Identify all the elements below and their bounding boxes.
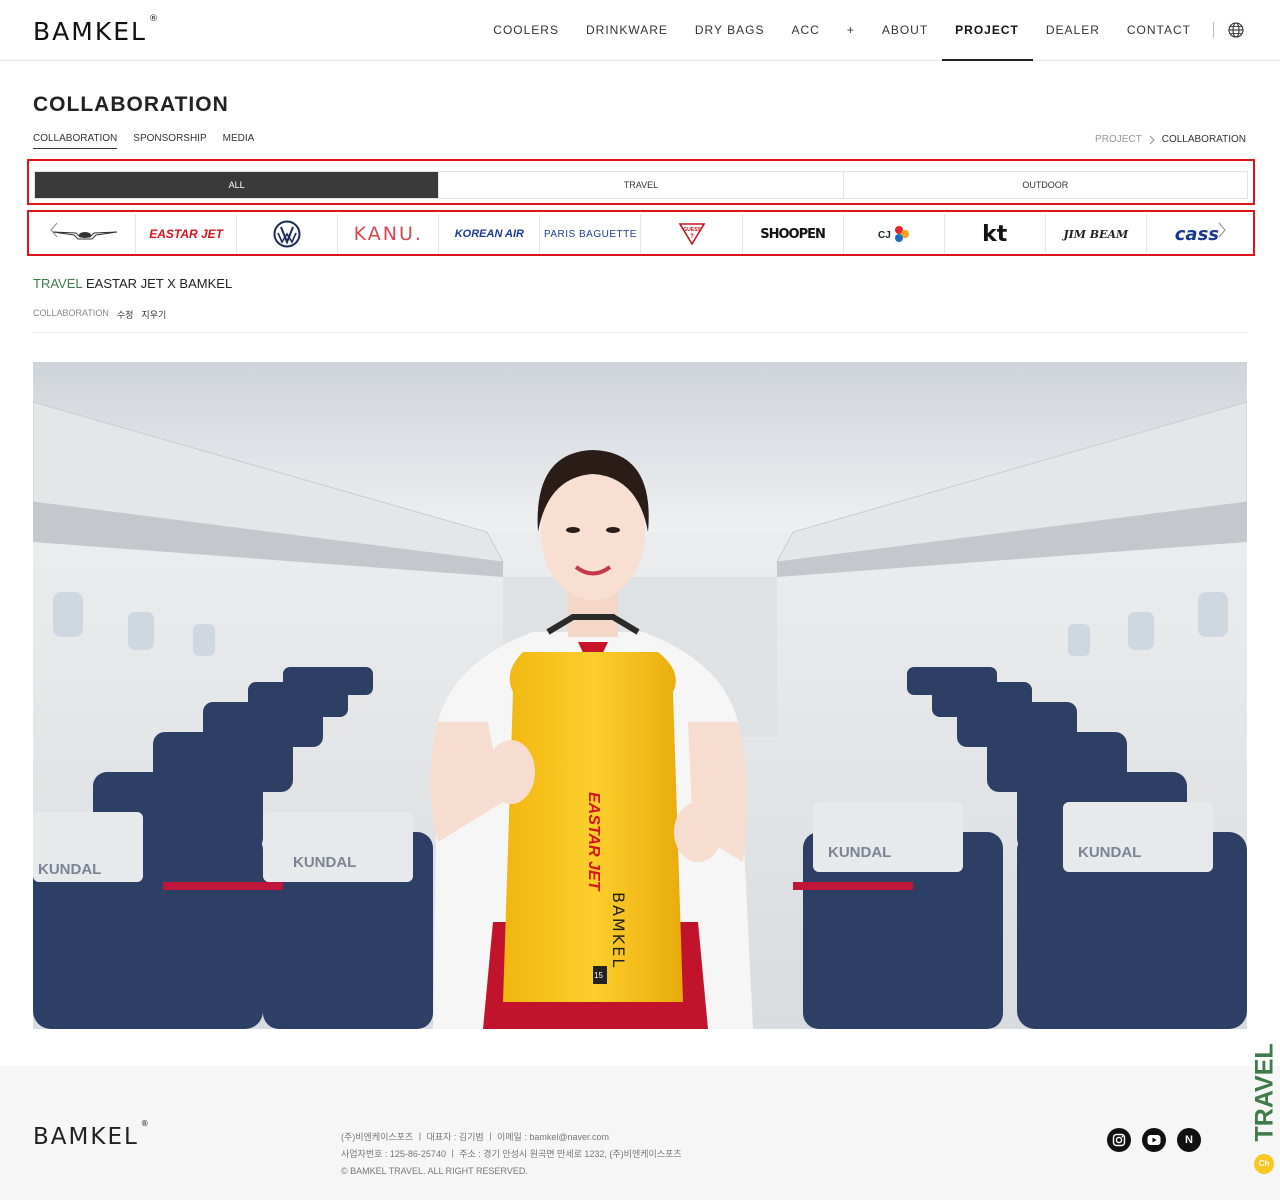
post-title: EASTAR JET X BAMKEL (86, 276, 233, 291)
brand-guess[interactable]: GUESS ? (640, 214, 741, 254)
nav-drinkware[interactable]: DRINKWARE (586, 0, 668, 60)
site-header: BAMKEL ® COOLERS DRINKWARE DRY BAGS ACC +… (0, 0, 1280, 61)
brand-eastar-jet[interactable]: EASTAR JET (135, 214, 236, 254)
sub-tabs: COLLABORATION SPONSORSHIP MEDIA (33, 133, 270, 149)
nav-plus[interactable]: + (847, 0, 855, 60)
svg-text:?: ? (690, 234, 694, 240)
category-filter: ALL TRAVEL OUTDOOR (27, 159, 1255, 205)
nav-project[interactable]: PROJECT (942, 0, 1033, 61)
youtube-icon[interactable] (1142, 1128, 1166, 1152)
bag-brand-text: EASTAR JET (585, 792, 602, 892)
tab-sponsorship[interactable]: SPONSORSHIP (133, 133, 206, 149)
cj-logo: CJ (878, 226, 909, 242)
bag-bamkel-text: BAMKEL (609, 892, 628, 969)
brand-jim-beam[interactable]: JIM BEAM (1044, 214, 1146, 254)
company-info-line2: 사업자번호 : 125-86-25740 ㅣ 주소 : 경기 안성시 원곡면 만… (341, 1149, 682, 1159)
nav-contact[interactable]: CONTACT (1127, 0, 1191, 60)
site-footer: BAMKEL® (주)비엔케이스포츠 ㅣ 대표자 : 김기범 ㅣ 이메일 : b… (0, 1066, 1280, 1200)
brand-shoopen[interactable]: SHOOPEN (741, 214, 843, 254)
post-category: TRAVEL (33, 276, 83, 291)
side-travel-badge[interactable]: TRAVEL (1251, 1042, 1279, 1141)
nav-acc[interactable]: ACC (791, 0, 819, 60)
brand-paris-baguette[interactable]: PARIS BAGUETTE (539, 214, 640, 254)
brand-kt[interactable]: kt (943, 214, 1045, 254)
nav-dry-bags[interactable]: DRY BAGS (695, 0, 765, 60)
page-title: COLLABORATION (33, 93, 229, 116)
nav-about[interactable]: ABOUT (882, 0, 928, 60)
globe-icon[interactable] (1228, 22, 1244, 38)
svg-text:CJ: CJ (878, 230, 891, 241)
tab-media[interactable]: MEDIA (223, 133, 255, 149)
breadcrumb-current: COLLABORATION (1161, 134, 1246, 145)
seat-cover-text-1: KUNDAL (293, 854, 356, 871)
site-logo[interactable]: BAMKEL ® (33, 14, 158, 46)
breadcrumb-parent[interactable]: PROJECT (1095, 134, 1142, 145)
cabin-photo: KUNDAL KUNDAL KUNDAL KUNDAL EASTAR JET B… (33, 362, 1247, 1029)
seat-cover-text-3: KUNDAL (828, 844, 891, 861)
guess-logo: GUESS ? (678, 223, 705, 246)
slider-prev-icon[interactable] (49, 221, 59, 239)
bag-size-text: 15 (594, 971, 603, 980)
nav-coolers[interactable]: COOLERS (493, 0, 559, 60)
company-info: (주)비엔케이스포츠 ㅣ 대표자 : 김기범 ㅣ 이메일 : bamkel@na… (341, 1129, 682, 1180)
social-links: N (1107, 1128, 1212, 1152)
instagram-icon[interactable] (1107, 1128, 1131, 1152)
brand-cj[interactable]: CJ (842, 214, 944, 254)
tab-collaboration[interactable]: COLLABORATION (33, 133, 118, 149)
brand-slider: EASTAR JET KANU. KOREAN AIR PARIS BAGUET… (27, 210, 1255, 256)
chat-channel-button[interactable]: Ch (1254, 1154, 1274, 1174)
breadcrumb: PROJECT COLLABORATION (1095, 134, 1246, 145)
filter-outdoor[interactable]: OUTDOOR (842, 172, 1247, 198)
brand-korean-air[interactable]: KOREAN AIR (438, 214, 539, 254)
volkswagen-logo (273, 220, 301, 248)
post-meta-category: COLLABORATION (33, 308, 109, 318)
seat-cover-text-4: KUNDAL (1078, 844, 1141, 861)
seat-cover-text-2: KUNDAL (38, 861, 101, 878)
main-nav: COOLERS DRINKWARE DRY BAGS ACC + ABOUT P… (466, 0, 1244, 61)
brand-cass[interactable]: cass (1145, 214, 1247, 254)
delete-link[interactable]: 지우기 (141, 308, 166, 321)
footer-logo[interactable]: BAMKEL® (33, 1119, 149, 1150)
filter-travel[interactable]: TRAVEL (438, 172, 842, 198)
edit-link[interactable]: 수정 (117, 308, 134, 321)
post-meta: COLLABORATION 수정 지우기 (33, 308, 174, 321)
copyright: © BAMKEL TRAVEL. ALL RIGHT RESERVED. (341, 1166, 528, 1176)
slider-next-icon[interactable] (1217, 221, 1227, 239)
nav-divider (1213, 22, 1214, 38)
naver-blog-icon[interactable]: N (1177, 1128, 1201, 1152)
post-hero-image: KUNDAL KUNDAL KUNDAL KUNDAL EASTAR JET B… (33, 362, 1247, 1029)
company-info-line1: (주)비엔케이스포츠 ㅣ 대표자 : 김기범 ㅣ 이메일 : bamkel@na… (341, 1132, 609, 1142)
brand-volkswagen[interactable] (236, 214, 337, 254)
svg-text:GUESS: GUESS (683, 227, 701, 233)
genesis-logo (52, 231, 118, 240)
divider (33, 332, 1247, 333)
filter-all[interactable]: ALL (35, 172, 439, 198)
nav-dealer[interactable]: DEALER (1046, 0, 1100, 60)
chevron-right-icon (1149, 135, 1155, 144)
brand-kanu[interactable]: KANU. (337, 214, 438, 254)
